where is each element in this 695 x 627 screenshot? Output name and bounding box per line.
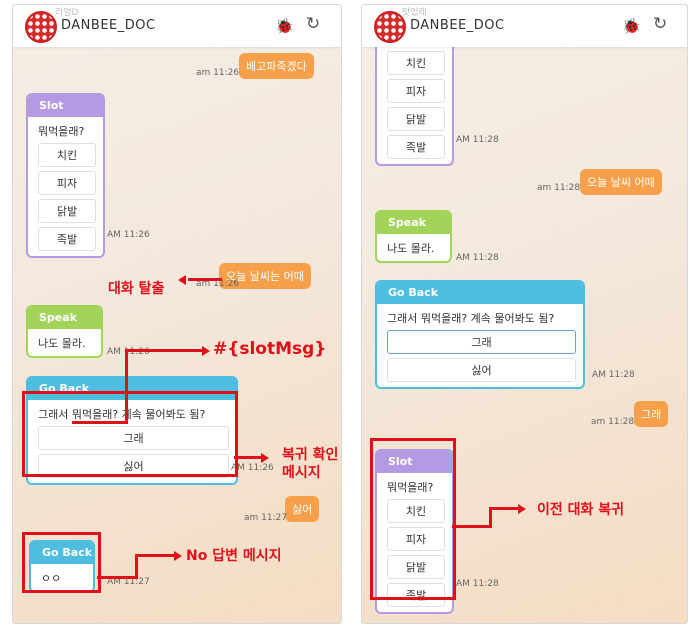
prev-line-3 bbox=[489, 507, 519, 510]
annotation-prev-return: 이전 대화 복귀 bbox=[537, 502, 625, 518]
timestamp: AM 11:28 bbox=[456, 253, 499, 263]
user-message: 배고파죽겠다 bbox=[239, 53, 314, 79]
prev-line-2 bbox=[489, 507, 492, 528]
timestamp: AM 11:28 bbox=[592, 370, 635, 380]
option-button[interactable]: 족발 bbox=[38, 227, 96, 251]
goback-highlight-box bbox=[22, 391, 238, 477]
annotation-confirm-1: 복귀 확인 bbox=[282, 447, 339, 463]
speak-card: Speak 나도 몰라. bbox=[375, 210, 452, 263]
timestamp: am 11:28 bbox=[537, 183, 581, 193]
option-button[interactable]: 피자 bbox=[38, 171, 96, 195]
faint-text: 라엄D bbox=[55, 8, 79, 18]
noanswer-line-3 bbox=[135, 554, 175, 557]
brand-title: DANBEE_DOC bbox=[410, 18, 505, 33]
confirm-arrow-line bbox=[234, 456, 262, 459]
noanswer-line-2 bbox=[135, 554, 138, 579]
annotation-no-answer: No 답변 메시지 bbox=[186, 548, 282, 564]
speak-text: 나도 몰라. bbox=[387, 242, 435, 255]
timestamp: am 11:28 bbox=[591, 417, 635, 427]
user-message: 싫어 bbox=[285, 496, 320, 522]
bug-icon[interactable]: 🐞 bbox=[622, 17, 641, 35]
slotmsg-arrow-head bbox=[202, 346, 210, 356]
speak-text: 나도 몰라. bbox=[38, 337, 86, 350]
option-button[interactable]: 족발 bbox=[387, 135, 445, 159]
chat-panel-left: 라엄D DANBEE_DOC 🐞 ↻ 배고파죽겠다 am 11:26 Slot … bbox=[12, 4, 342, 624]
refresh-icon[interactable]: ↻ bbox=[653, 14, 667, 34]
escape-arrow-head bbox=[178, 275, 186, 285]
option-button[interactable]: 치킨 bbox=[38, 143, 96, 167]
confirm-arrow-head bbox=[261, 453, 269, 463]
faint-text: 맛있래 bbox=[402, 8, 427, 18]
timestamp: am 11:27 bbox=[244, 513, 288, 523]
card-header: Speak bbox=[28, 307, 101, 329]
annotation-confirm-2: 메시지 bbox=[282, 465, 321, 481]
chat-header: 맛있래 DANBEE_DOC 🐞 ↻ bbox=[362, 5, 687, 47]
slotmsg-line-top bbox=[125, 349, 203, 352]
option-button[interactable]: 닭발 bbox=[38, 199, 96, 223]
annotation-escape: 대화 탈출 bbox=[108, 281, 165, 297]
timestamp: AM 11:26 bbox=[107, 230, 150, 240]
slot-highlight-box bbox=[370, 438, 456, 600]
option-button[interactable]: 싫어 bbox=[387, 358, 576, 382]
option-button[interactable]: 치킨 bbox=[387, 51, 445, 75]
annotation-slotmsg: #{slotMsg} bbox=[213, 339, 327, 359]
slot-card: Slot 뭐먹을래? 치킨 피자 닭발 족발 bbox=[26, 93, 105, 258]
option-button[interactable]: 피자 bbox=[387, 79, 445, 103]
noanswer-line-1 bbox=[97, 576, 137, 579]
no-answer-highlight-box bbox=[22, 532, 101, 593]
logo-icon bbox=[25, 11, 57, 43]
timestamp: AM 11:28 bbox=[456, 135, 499, 145]
user-message: 오늘 날씨 어때 bbox=[580, 169, 662, 195]
timestamp: AM 11:28 bbox=[456, 579, 499, 589]
option-button[interactable]: 닭발 bbox=[387, 107, 445, 131]
goback-question: 그래서 뭐먹을래? 계속 물어봐도 됨? bbox=[387, 312, 555, 325]
bug-icon[interactable]: 🐞 bbox=[275, 17, 294, 35]
prev-line-1 bbox=[452, 525, 492, 528]
user-message: 그래 bbox=[634, 401, 669, 427]
refresh-icon[interactable]: ↻ bbox=[306, 14, 320, 34]
timestamp: am 11:26 bbox=[196, 68, 240, 78]
goback-card: Go Back 그래서 뭐먹을래? 계속 물어봐도 됨? 그래 싫어 bbox=[375, 280, 585, 389]
chat-header: 라엄D DANBEE_DOC 🐞 ↻ bbox=[13, 5, 341, 47]
card-header: Go Back bbox=[377, 282, 583, 304]
brand-title: DANBEE_DOC bbox=[61, 18, 156, 33]
slotmsg-line-bottom bbox=[72, 421, 128, 424]
speak-card: Speak 나도 몰라. bbox=[26, 305, 103, 358]
card-header: Slot bbox=[28, 95, 103, 117]
card-header: Speak bbox=[377, 212, 450, 234]
escape-arrow-line bbox=[188, 278, 222, 281]
noanswer-arrow-head bbox=[174, 551, 182, 561]
slotmsg-line-vertical bbox=[125, 349, 128, 424]
slot-question: 뭐먹을래? bbox=[38, 125, 85, 138]
prev-arrow-head bbox=[518, 504, 526, 514]
option-button[interactable]: 그래 bbox=[387, 330, 576, 354]
